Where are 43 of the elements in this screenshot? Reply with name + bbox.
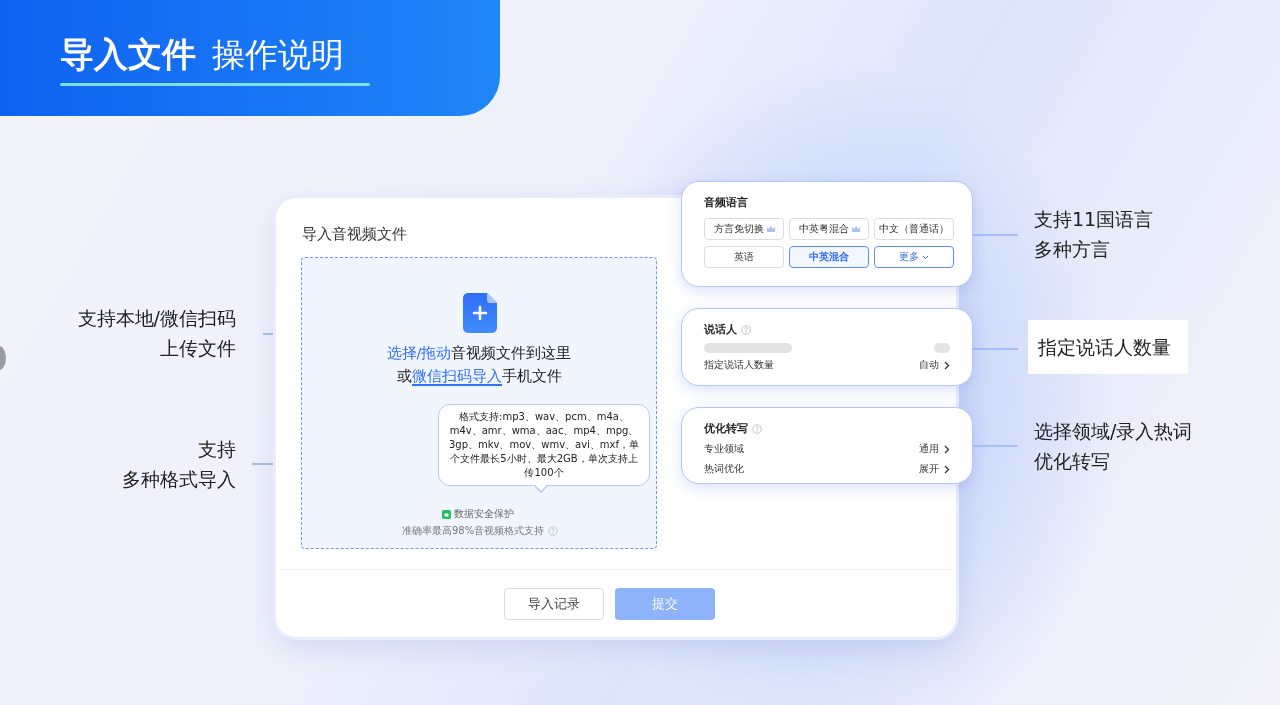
setting-value[interactable]: 展开 (919, 462, 950, 476)
annotation-line: 选择领域/录入热词 (1034, 420, 1193, 442)
language-option[interactable]: 中英粤混合 (789, 218, 869, 240)
annotation-line: 上传文件 (160, 337, 236, 359)
blurred-placeholder (934, 343, 950, 353)
upload-instruction: 或微信扫码导入手机文件 (396, 367, 562, 386)
card-title: 说话人 (704, 323, 737, 337)
shield-icon (442, 509, 451, 519)
upload-dropzone[interactable]: 选择/拖动音视频文件到这里 或微信扫码导入手机文件 格式支持:mp3、wav、pcm、m4a、m4v、amr、wma、aac、mp4、mpg、3gp、mkv、mov、wmv、avi、mxf，单个文件最长5小时、最大2GB，单次支持上传100个 数据安全保护 准确率最高98%音视频格式支持 (301, 257, 657, 549)
tooltip-text: 格式支持:mp3、wav、pcm、m4a、m4v、amr、wma、aac、mp4、mpg、3gp、mkv、mov、wmv、avi、mxf，单个文件最长5小时、最大2GB，单次支持上传100个 (448, 411, 640, 478)
language-option[interactable]: 中文（普通话） (874, 218, 954, 240)
annotation-line: 支持本地/微信扫码 (77, 307, 236, 329)
page-title: 导入文件 (60, 33, 196, 76)
help-icon (752, 424, 762, 434)
annotation-line: 指定说话人数量 (1038, 336, 1171, 358)
language-option[interactable]: 更多 (874, 246, 954, 268)
help-icon (548, 526, 559, 536)
setting-label: 专业领域 (704, 442, 744, 456)
annotation-line: 多种方言 (1034, 238, 1110, 260)
help-icon (741, 325, 751, 335)
setting-value[interactable]: 通用 (919, 442, 950, 456)
setting-label: 指定说话人数量 (704, 358, 774, 372)
tooltip-pointer (534, 485, 548, 493)
card-title: 优化转写 (704, 422, 748, 436)
annotation-line: 支持11国语言 (1034, 208, 1154, 230)
chevron-down-icon (922, 254, 929, 260)
annotation-line: 多种格式导入 (122, 468, 236, 490)
chevron-right-icon (944, 360, 950, 370)
language-option[interactable]: 中英混合 (789, 246, 869, 268)
accuracy-note: 准确率最高98%音视频格式支持 (402, 524, 545, 538)
history-button[interactable]: 导入记录 (504, 588, 604, 620)
setting-value[interactable]: 自动 (919, 358, 950, 372)
add-file-icon (463, 293, 497, 333)
setting-label: 热词优化 (704, 462, 744, 476)
annotation-line: 支持 (198, 438, 236, 460)
page-subtitle: 操作说明 (212, 34, 344, 76)
upload-instruction: 选择/拖动音视频文件到这里 (386, 344, 572, 363)
annotation-line: 优化转写 (1034, 450, 1110, 472)
dialog-title: 导入音视频文件 (302, 225, 407, 244)
card-title: 音频语言 (704, 196, 748, 210)
security-note: 数据安全保护 (454, 507, 514, 521)
language-option[interactable]: 方言免切换 (704, 218, 784, 240)
language-option[interactable]: 英语 (704, 246, 784, 268)
